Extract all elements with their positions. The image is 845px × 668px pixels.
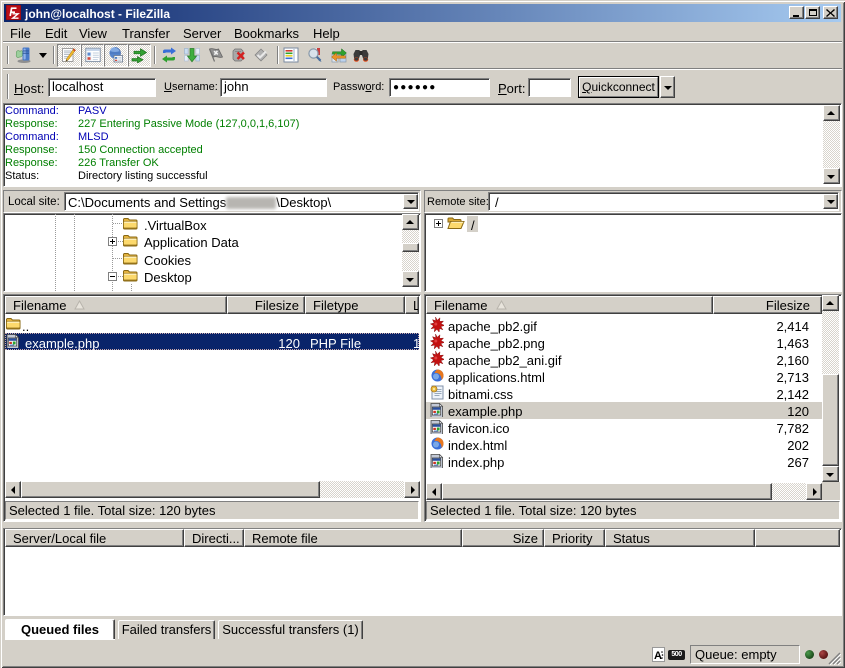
svg-text:A: A — [654, 650, 662, 661]
